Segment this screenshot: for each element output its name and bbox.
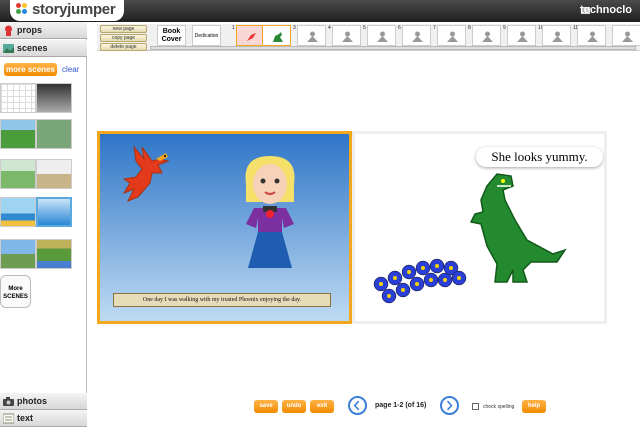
- page-thumb-9[interactable]: [507, 25, 536, 46]
- page-indicator: page 1-2 (of 16): [375, 402, 427, 409]
- page-thumb-6[interactable]: [402, 25, 431, 46]
- page-thumb-1[interactable]: [236, 25, 265, 46]
- page-number: 1: [232, 25, 235, 31]
- page-number: 8: [468, 25, 471, 31]
- book-cover-thumb[interactable]: Book Cover: [157, 25, 186, 46]
- page-number: 5: [363, 25, 366, 31]
- next-page-icon[interactable]: [440, 396, 459, 415]
- page-thumb-11[interactable]: [577, 25, 606, 46]
- more-scenes-tile[interactable]: More SCENES: [0, 275, 31, 308]
- tab-text[interactable]: text: [0, 410, 87, 427]
- scene-thumb-city[interactable]: [0, 239, 36, 269]
- speech-bubble[interactable]: She looks yummy.: [476, 147, 603, 167]
- storyjumper-logo[interactable]: storyjumper: [10, 0, 124, 21]
- caption-text[interactable]: One day I was walking with my trusted Ph…: [113, 293, 331, 307]
- scene-thumb-grid[interactable]: [0, 83, 36, 113]
- text-icon: [3, 413, 14, 424]
- undo-button[interactable]: undo: [282, 400, 306, 413]
- help-button[interactable]: help: [522, 400, 546, 413]
- tab-scenes-label: scenes: [17, 43, 48, 53]
- page-thumb-10[interactable]: [542, 25, 571, 46]
- more-scenes-button[interactable]: more scenes: [4, 63, 57, 76]
- sidebar: props scenes more scenes clear More SCEN…: [0, 22, 87, 427]
- new-page-button[interactable]: new page: [100, 25, 147, 33]
- page-thumb-7[interactable]: [437, 25, 466, 46]
- placeholder-icon: [447, 31, 458, 42]
- page-number: 9: [503, 25, 506, 31]
- page-number: 3: [293, 25, 296, 31]
- scene-thumb-field[interactable]: [36, 239, 72, 269]
- check-spelling-checkbox[interactable]: [472, 403, 479, 410]
- exit-button[interactable]: exit: [310, 400, 334, 413]
- page-number: 4: [328, 25, 331, 31]
- scenes-label: SCENES: [3, 294, 28, 300]
- filmstrip-scrollbar[interactable]: [150, 46, 636, 50]
- scene-thumb-forest[interactable]: [0, 119, 36, 149]
- delete-page-button[interactable]: delete page: [100, 43, 147, 51]
- scene-thumb-room[interactable]: [36, 159, 72, 189]
- placeholder-icon: [342, 31, 353, 42]
- page-thumb-4[interactable]: [332, 25, 361, 46]
- tab-scenes[interactable]: scenes: [0, 40, 87, 57]
- save-button[interactable]: save: [254, 400, 278, 413]
- page-thumb-2[interactable]: [262, 25, 291, 46]
- scene-thumb-waterfall[interactable]: [0, 159, 36, 189]
- book-spread: One day I was walking with my trusted Ph…: [97, 131, 607, 324]
- scenes-icon: [3, 44, 14, 53]
- placeholder-icon: [307, 31, 318, 42]
- page-thumb-8[interactable]: [472, 25, 501, 46]
- tab-props-label: props: [17, 25, 43, 35]
- placeholder-icon: [587, 31, 598, 42]
- princess-icon[interactable]: [232, 154, 308, 272]
- page-filmstrip: new page copy page delete page Book Cove…: [97, 24, 640, 51]
- placeholder-icon: [552, 31, 563, 42]
- phoenix-icon[interactable]: [120, 139, 176, 204]
- right-page[interactable]: She looks yummy.: [355, 134, 604, 321]
- placeholder-icon: [412, 31, 423, 42]
- scene-thumb-dark[interactable]: [36, 83, 72, 113]
- scene-thumb-green[interactable]: [36, 119, 72, 149]
- page-thumb-5[interactable]: [367, 25, 396, 46]
- flowers-icon[interactable]: [369, 254, 475, 306]
- page-number: 6: [398, 25, 401, 31]
- page-thumb-12[interactable]: [612, 25, 640, 46]
- page-thumb-3[interactable]: [297, 25, 326, 46]
- camera-icon: [3, 397, 14, 406]
- logo-text: storyjumper: [32, 1, 116, 18]
- clear-link[interactable]: clear: [62, 65, 79, 74]
- tab-photos[interactable]: photos: [0, 393, 87, 410]
- tab-text-label: text: [17, 413, 34, 423]
- tab-photos-label: photos: [17, 396, 47, 406]
- props-icon: [5, 25, 12, 36]
- page-number: 7: [433, 25, 436, 31]
- phoenix-icon: [247, 33, 256, 41]
- scene-thumb-beach[interactable]: [0, 197, 36, 227]
- logo-dots-icon: [16, 3, 28, 17]
- placeholder-icon: [482, 31, 493, 42]
- dedication-thumb[interactable]: Dedication: [192, 25, 221, 46]
- copy-page-button[interactable]: copy page: [100, 34, 147, 42]
- username[interactable]: technoclo: [580, 4, 632, 16]
- scene-thumb-sky[interactable]: [36, 197, 72, 227]
- top-bar: storyjumper technoclo: [0, 0, 640, 22]
- dinosaur-icon: [273, 32, 283, 42]
- placeholder-icon: [377, 31, 388, 42]
- placeholder-icon: [622, 31, 633, 42]
- more-label: More: [8, 286, 23, 292]
- prev-page-icon[interactable]: [348, 396, 367, 415]
- placeholder-icon: [517, 31, 528, 42]
- tab-props[interactable]: props: [0, 22, 87, 39]
- left-page[interactable]: One day I was walking with my trusted Ph…: [97, 131, 352, 324]
- check-spelling-label: check spelling: [483, 404, 515, 410]
